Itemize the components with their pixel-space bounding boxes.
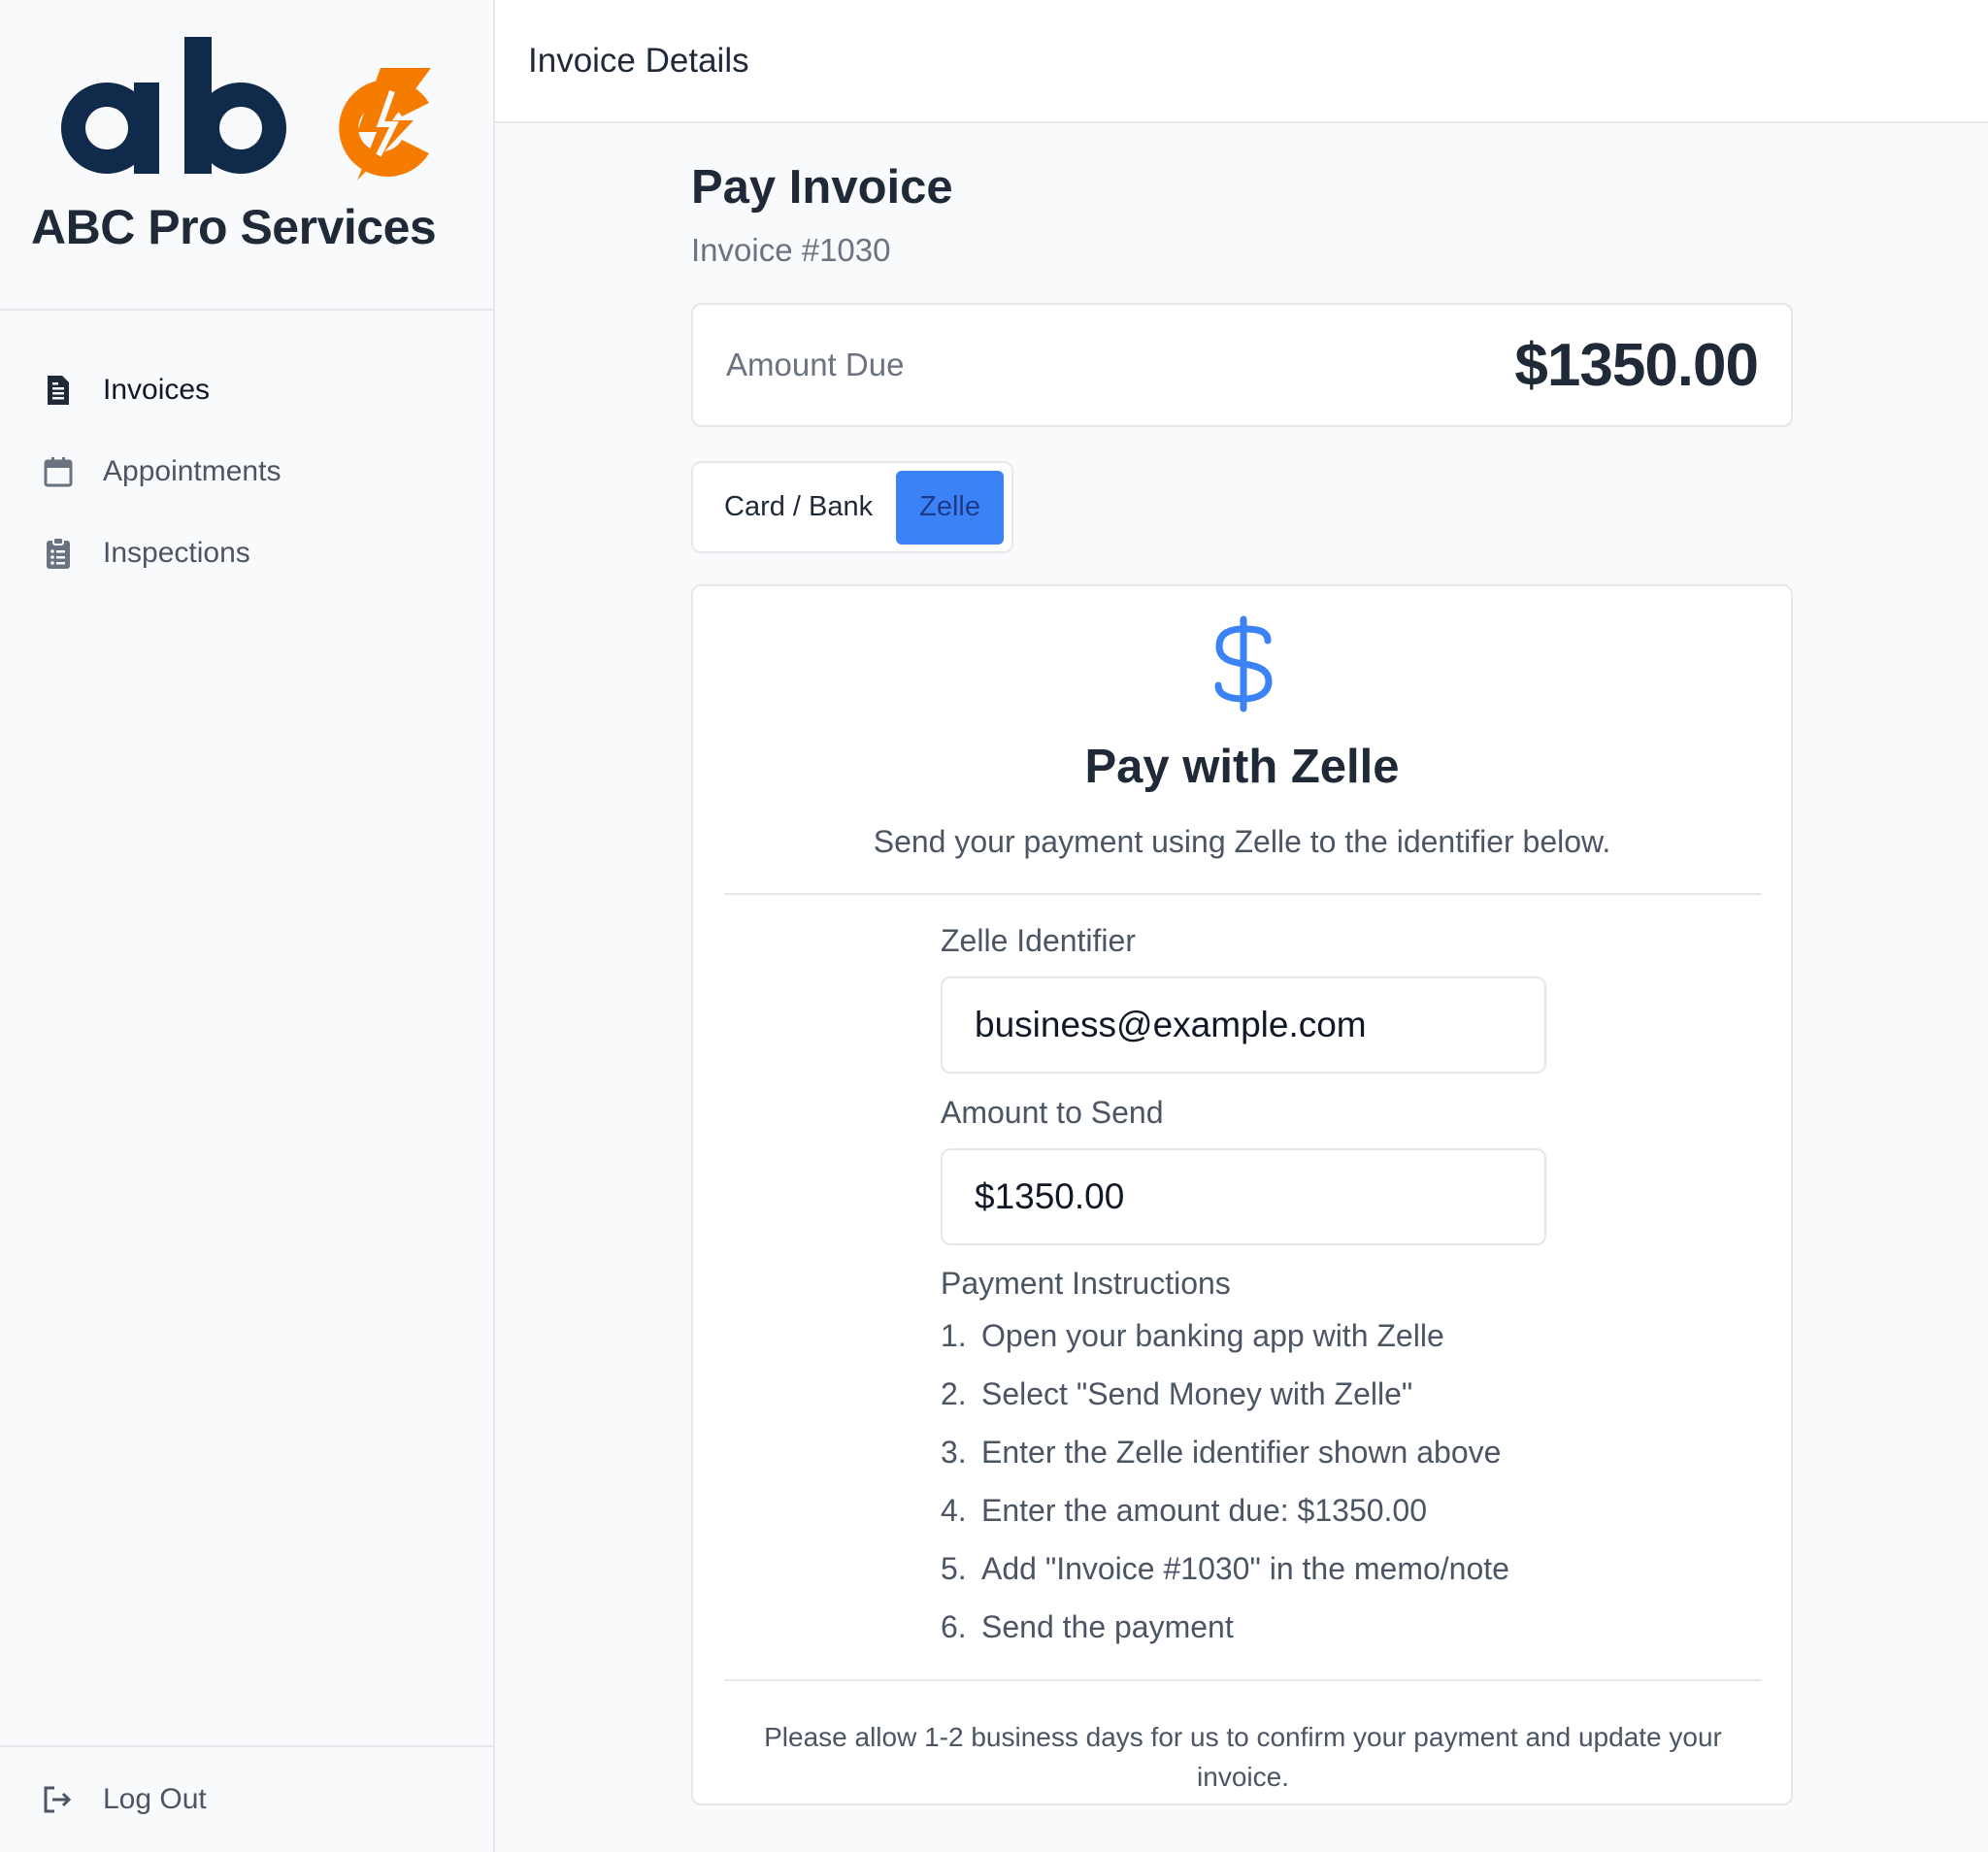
calendar-icon — [43, 454, 74, 489]
amount-due-label: Amount Due — [726, 347, 905, 382]
tab-zelle[interactable]: Zelle — [896, 470, 1004, 545]
list-item: 5. Add "Invoice #1030" in the memo/note — [941, 1551, 1509, 1586]
company-logo — [61, 37, 431, 181]
zelle-payment-card: Pay with Zelle Send your payment using Z… — [691, 584, 1793, 1805]
amount-to-send-label: Amount to Send — [941, 1095, 1164, 1130]
dollar-icon — [1214, 615, 1273, 712]
amount-to-send-field[interactable]: $1350.00 — [941, 1148, 1546, 1245]
top-bar: Invoice Details — [495, 0, 1988, 123]
divider — [724, 1679, 1762, 1681]
company-name: ABC Pro Services — [31, 200, 437, 254]
list-item: 2. Select "Send Money with Zelle" — [941, 1376, 1413, 1411]
sidebar-item-label: Invoices — [103, 374, 211, 406]
sidebar-item-inspections[interactable]: Inspections — [0, 513, 493, 594]
zelle-subtitle: Send your payment using Zelle to the ide… — [873, 824, 1611, 859]
logout-label: Log Out — [103, 1783, 207, 1815]
brand-header: ABC Pro Services — [0, 0, 493, 311]
amount-due-card: Amount Due $1350.00 — [691, 303, 1793, 427]
divider — [724, 893, 1762, 895]
instructions-title: Payment Instructions — [941, 1266, 1231, 1301]
list-item: 3. Enter the Zelle identifier shown above — [941, 1435, 1502, 1470]
sidebar-nav: Invoices Appointments Inspections — [0, 349, 493, 594]
page-title: Pay Invoice — [691, 161, 953, 214]
tab-card-bank[interactable]: Card / Bank — [701, 471, 896, 545]
list-item: 1. Open your banking app with Zelle — [941, 1318, 1444, 1353]
sidebar-item-appointments[interactable]: Appointments — [0, 431, 493, 513]
zelle-identifier-label: Zelle Identifier — [941, 923, 1136, 958]
confirmation-note: Please allow 1-2 business days for us to… — [764, 1722, 1722, 1792]
document-icon — [43, 373, 74, 408]
sidebar: ABC Pro Services Invoices Appointments I… — [0, 0, 495, 1852]
clipboard-icon — [43, 536, 74, 571]
amount-due-value: $1350.00 — [1514, 331, 1759, 399]
list-item: 4. Enter the amount due: $1350.00 — [941, 1493, 1428, 1528]
logout-button[interactable]: Log Out — [0, 1745, 493, 1852]
sidebar-item-invoices[interactable]: Invoices — [0, 349, 493, 431]
zelle-identifier-field[interactable]: business@example.com — [941, 976, 1546, 1074]
sidebar-item-label: Inspections — [103, 537, 250, 569]
instructions-list: 1. Open your banking app with Zelle 2. Sel… — [941, 1313, 1509, 1663]
payment-method-tabs: Card / Bank Zelle — [691, 461, 1013, 553]
zelle-title: Pay with Zelle — [1084, 741, 1400, 793]
list-item: 6. Send the payment — [941, 1609, 1234, 1644]
logout-icon — [43, 1784, 74, 1815]
header-title: Invoice Details — [528, 41, 749, 80]
payment-instructions: Payment Instructions 1. Open your banking… — [941, 1266, 1509, 1663]
sidebar-item-label: Appointments — [103, 455, 282, 487]
invoice-number: Invoice #1030 — [691, 232, 891, 268]
